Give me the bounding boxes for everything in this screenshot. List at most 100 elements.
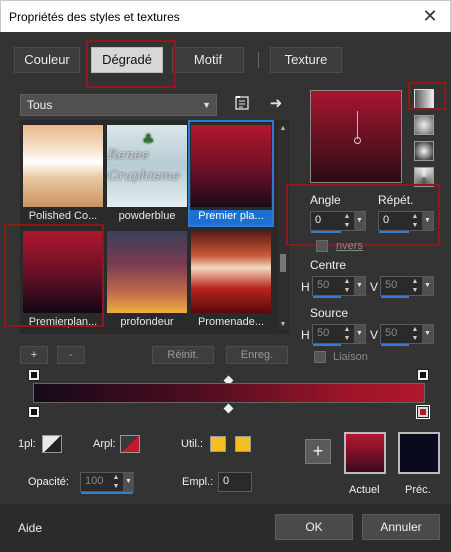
center-handle[interactable] [354, 137, 361, 144]
source-v-value: 50 [385, 327, 398, 339]
color-stop-right[interactable] [416, 405, 430, 419]
centre-v-dropdown-icon[interactable]: ▼ [422, 277, 433, 295]
util-label: Util.: [181, 438, 203, 450]
opacity-stepper[interactable]: ▲ ▼ [110, 473, 122, 491]
centre-h-dropdown-icon[interactable]: ▼ [354, 277, 365, 295]
scrollbar-thumb[interactable] [280, 254, 286, 272]
centre-h-input[interactable]: 50 ▲ ▼ ▼ [312, 276, 366, 298]
centre-h-value: 50 [317, 279, 330, 291]
opacity-dropdown-icon[interactable]: ▼ [123, 473, 134, 491]
arrow-right-icon[interactable]: ➜ [266, 94, 286, 114]
watermark-line1: Renee [108, 148, 150, 163]
tab-separator [258, 52, 259, 68]
scroll-down-icon[interactable]: ▼ [278, 320, 288, 330]
close-icon[interactable]: ✕ [420, 6, 440, 26]
source-h-slider-bar[interactable] [313, 344, 341, 346]
highlight-box-angle [286, 184, 440, 246]
location-input[interactable]: 0 [218, 472, 252, 492]
ok-button[interactable]: OK [275, 514, 353, 540]
centre-v-stepper[interactable]: ▲ ▼ [409, 277, 421, 295]
opacity-stop-right[interactable] [417, 369, 429, 381]
source-label: Source [310, 306, 349, 320]
category-dropdown-value: Tous [27, 98, 53, 112]
dialog-body: Couleur Dégradé Motif Texture Tous ▼ ➜ P… [0, 32, 451, 552]
radial-gradient-type-icon[interactable] [414, 141, 434, 161]
centre-v-value: 50 [385, 279, 398, 291]
opacity-slider-bar[interactable] [81, 492, 133, 494]
user-color-chip-2[interactable] [235, 436, 251, 452]
opacity-value: 100 [85, 475, 104, 487]
source-v-input[interactable]: 50 ▲ ▼ ▼ [380, 324, 434, 346]
source-h-dropdown-icon[interactable]: ▼ [354, 325, 365, 343]
invert-checkbox[interactable] [316, 240, 328, 252]
color-midpoint[interactable] [223, 403, 234, 414]
foreground-chip-icon[interactable] [42, 435, 62, 453]
source-v-stepper[interactable]: ▲ ▼ [409, 325, 421, 343]
tab-texture[interactable]: Texture [270, 47, 342, 73]
current-color-swatch[interactable] [344, 432, 386, 474]
gradient-editor-bar[interactable] [33, 383, 425, 403]
source-v-dropdown-icon[interactable]: ▼ [422, 325, 433, 343]
rectangular-gradient-type-icon[interactable] [414, 115, 434, 135]
gallery-item-label: powderblue [118, 210, 176, 222]
window-title: Propriétés des styles et textures [9, 10, 180, 24]
gallery-item-label: profondeur [120, 316, 174, 328]
gallery-item-label: Premier pla... [190, 210, 272, 225]
gradient-swatch [107, 231, 187, 313]
source-h-stepper[interactable]: ▲ ▼ [341, 325, 353, 343]
link-checkbox[interactable] [314, 351, 326, 363]
centre-h-stepper[interactable]: ▲ ▼ [341, 277, 353, 295]
watermark: ♣ Renee Graphisme [108, 132, 188, 184]
centre-v-input[interactable]: 50 ▲ ▼ ▼ [380, 276, 434, 298]
source-h-input[interactable]: 50 ▲ ▼ ▼ [312, 324, 366, 346]
gradient-preview[interactable] [310, 90, 402, 183]
cancel-button[interactable]: Annuler [362, 514, 440, 540]
gradient-swatch [23, 125, 103, 207]
angle-handle[interactable] [357, 111, 358, 139]
opacity-label: Opacité: [28, 476, 69, 488]
chevron-down-icon: ▼ [202, 100, 211, 110]
leaf-icon: ♣ [142, 132, 155, 148]
invert-label: nvers [336, 240, 363, 252]
document-tool-icon[interactable] [232, 95, 252, 115]
gradient-swatch [191, 125, 271, 207]
location-value: 0 [223, 475, 230, 487]
opacity-stop-left[interactable] [28, 369, 40, 381]
centre-v-label: V [370, 280, 379, 294]
opacity-input[interactable]: 100 ▲ ▼ ▼ [80, 472, 134, 494]
gallery-item-profondeur[interactable]: profondeur [106, 228, 188, 331]
user-color-chip-1[interactable] [210, 436, 226, 452]
reset-button[interactable]: Réinit. [152, 346, 214, 364]
title-bar: Propriétés des styles et textures ✕ [0, 0, 451, 32]
help-button[interactable]: Aide [18, 521, 42, 535]
scroll-up-icon[interactable]: ▲ [278, 124, 288, 134]
centre-v-slider-bar[interactable] [381, 296, 409, 298]
dialog-footer: Aide OK Annuler [0, 504, 451, 552]
highlight-box-tab [86, 40, 176, 88]
gallery-item-polished[interactable]: Polished Co... [22, 122, 104, 225]
color-stop-left[interactable] [28, 406, 40, 418]
add-gradient-button[interactable]: + [20, 346, 48, 364]
gallery-item-promenade[interactable]: Promenade... [190, 228, 272, 331]
previous-label: Préc. [405, 484, 431, 496]
plus-icon[interactable]: + [305, 439, 331, 464]
tab-couleur[interactable]: Couleur [14, 47, 80, 73]
source-v-label: V [370, 328, 379, 342]
background-chip-icon[interactable] [120, 435, 140, 453]
location-label: Empl.: [182, 476, 214, 488]
current-label: Actuel [349, 484, 380, 496]
gradient-swatch [191, 231, 271, 313]
previous-color-swatch[interactable] [398, 432, 440, 474]
arpl-label: Arpl: [93, 438, 116, 450]
centre-label: Centre [310, 258, 347, 272]
centre-h-slider-bar[interactable] [313, 296, 341, 298]
save-gradient-button[interactable]: Enreg. [226, 346, 288, 364]
source-h-label: H [301, 328, 310, 342]
tab-motif[interactable]: Motif [172, 47, 244, 73]
remove-gradient-button[interactable]: - [57, 346, 85, 364]
gallery-item-label: Polished Co... [28, 210, 98, 222]
category-dropdown[interactable]: Tous ▼ [20, 94, 217, 116]
source-v-slider-bar[interactable] [381, 344, 409, 346]
highlight-box-type [408, 82, 446, 110]
gallery-item-premier-plan[interactable]: Premier pla... [188, 120, 274, 227]
